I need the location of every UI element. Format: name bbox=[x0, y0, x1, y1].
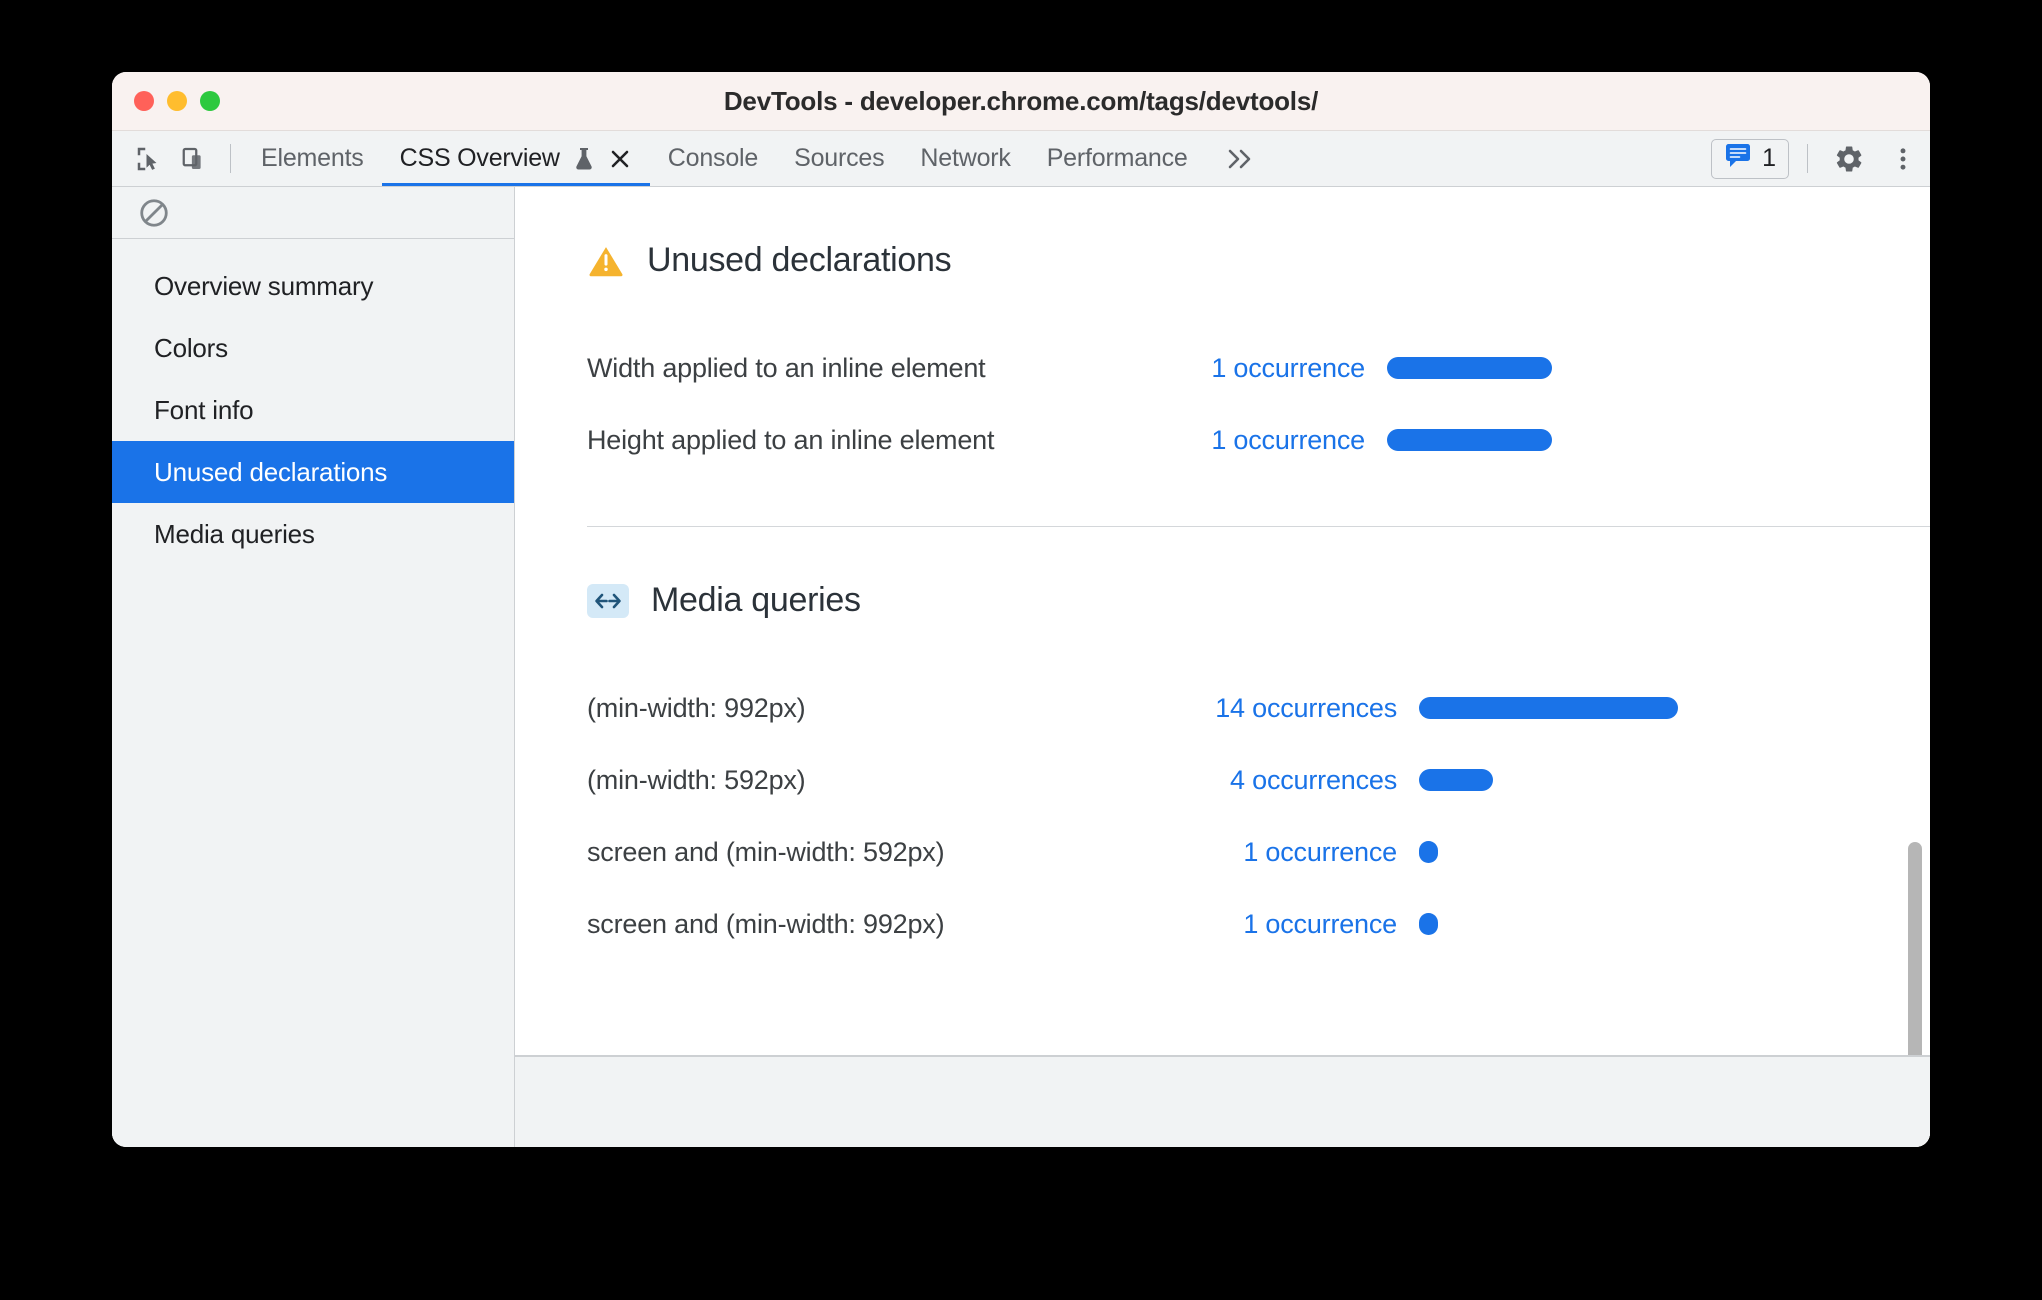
more-vertical-icon[interactable] bbox=[1876, 131, 1930, 186]
close-window-button[interactable] bbox=[134, 91, 154, 111]
section-title: Media queries bbox=[651, 581, 861, 619]
gear-icon[interactable] bbox=[1822, 131, 1876, 186]
devtools-tabbar: Elements CSS Overview Console Sources Ne… bbox=[112, 131, 1930, 187]
sidebar-item-list: Overview summary Colors Font info Unused… bbox=[112, 239, 514, 565]
sidebar-item-unused-declarations[interactable]: Unused declarations bbox=[112, 441, 514, 503]
tab-performance[interactable]: Performance bbox=[1029, 131, 1206, 186]
tabbar-divider bbox=[230, 144, 231, 173]
section-header: Media queries bbox=[587, 581, 1930, 620]
occurrence-count-link[interactable]: 1 occurrence bbox=[1127, 909, 1397, 940]
tab-network[interactable]: Network bbox=[902, 131, 1028, 186]
tab-css-overview[interactable]: CSS Overview bbox=[381, 131, 650, 186]
occurrence-count-link[interactable]: 14 occurrences bbox=[1127, 693, 1397, 724]
tab-label: Elements bbox=[261, 144, 364, 172]
tabbar-spacer bbox=[1276, 131, 1711, 186]
devtools-window: DevTools - developer.chrome.com/tags/dev… bbox=[112, 72, 1930, 1147]
css-overview-sidebar: Overview summary Colors Font info Unused… bbox=[112, 187, 515, 1147]
section-title: Unused declarations bbox=[647, 241, 952, 279]
content-scrollbar-thumb[interactable] bbox=[1908, 842, 1922, 1055]
sidebar-item-label: Font info bbox=[154, 394, 254, 425]
css-overview-content: Unused declarations Width applied to an … bbox=[515, 187, 1930, 1056]
warning-triangle-icon bbox=[587, 242, 625, 280]
media-query-label: screen and (min-width: 592px) bbox=[587, 836, 945, 867]
sidebar-item-label: Media queries bbox=[154, 518, 315, 549]
sidebar-item-font-info[interactable]: Font info bbox=[112, 379, 514, 441]
screenshot-root: DevTools - developer.chrome.com/tags/dev… bbox=[0, 0, 2042, 1300]
close-tab-icon[interactable] bbox=[608, 147, 632, 171]
section-unused-declarations: Unused declarations Width applied to an … bbox=[515, 187, 1930, 527]
issues-count: 1 bbox=[1762, 144, 1776, 172]
media-query-arrows-icon bbox=[587, 583, 629, 618]
content-scrollbar-track[interactable] bbox=[1908, 187, 1926, 1055]
table-row: (min-width: 992px) 14 occurrences bbox=[587, 672, 1930, 744]
declaration-label: Width applied to an inline element bbox=[587, 352, 986, 383]
devtools-body: Overview summary Colors Font info Unused… bbox=[112, 187, 1930, 1147]
media-query-label: screen and (min-width: 992px) bbox=[587, 908, 945, 939]
tab-label: CSS Overview bbox=[399, 144, 560, 172]
declaration-label: Height applied to an inline element bbox=[587, 424, 995, 455]
sidebar-item-label: Unused declarations bbox=[154, 456, 388, 487]
tab-label: Console bbox=[667, 144, 759, 172]
issues-bubble-icon bbox=[1724, 143, 1752, 174]
sidebar-item-media-queries[interactable]: Media queries bbox=[112, 503, 514, 565]
occurrence-count-link[interactable]: 1 occurrence bbox=[1127, 837, 1397, 868]
table-row: screen and (min-width: 592px) 1 occurren… bbox=[587, 816, 1930, 888]
device-toggle-icon[interactable] bbox=[172, 131, 218, 186]
sidebar-item-label: Colors bbox=[154, 332, 228, 363]
sidebar-item-colors[interactable]: Colors bbox=[112, 317, 514, 379]
table-row: screen and (min-width: 992px) 1 occurren… bbox=[587, 888, 1930, 960]
sidebar-toolbar bbox=[112, 187, 514, 239]
minimize-window-button[interactable] bbox=[167, 91, 187, 111]
section-header: Unused declarations bbox=[587, 241, 1930, 280]
section-media-queries: Media queries (min-width: 992px) 14 occu… bbox=[515, 527, 1930, 960]
table-row: Height applied to an inline element 1 oc… bbox=[587, 404, 1930, 476]
tab-console[interactable]: Console bbox=[650, 131, 776, 186]
media-query-label: (min-width: 592px) bbox=[587, 764, 806, 795]
issues-badge[interactable]: 1 bbox=[1711, 138, 1789, 179]
content-wrapper: Unused declarations Width applied to an … bbox=[515, 187, 1930, 1147]
table-row: Width applied to an inline element 1 occ… bbox=[587, 332, 1930, 404]
tab-label: Network bbox=[920, 144, 1011, 172]
occurrence-bar bbox=[1419, 841, 1438, 863]
occurrence-bar bbox=[1387, 429, 1552, 451]
tab-label: Sources bbox=[794, 144, 885, 172]
window-titlebar: DevTools - developer.chrome.com/tags/dev… bbox=[112, 72, 1930, 131]
drawer-panel bbox=[515, 1056, 1930, 1147]
occurrence-count-link[interactable]: 4 occurrences bbox=[1127, 765, 1397, 796]
occurrence-bar bbox=[1419, 697, 1678, 719]
inspect-cursor-icon[interactable] bbox=[126, 131, 172, 186]
occurrence-bar bbox=[1387, 357, 1552, 379]
tab-elements[interactable]: Elements bbox=[243, 131, 382, 186]
media-query-label: (min-width: 992px) bbox=[587, 692, 806, 723]
tab-sources[interactable]: Sources bbox=[776, 131, 902, 186]
window-title: DevTools - developer.chrome.com/tags/dev… bbox=[723, 85, 1319, 116]
tab-label: Performance bbox=[1046, 144, 1188, 172]
occurrence-bar bbox=[1419, 913, 1438, 935]
experiment-flask-icon bbox=[572, 146, 596, 172]
occurrence-count-link[interactable]: 1 occurrence bbox=[1155, 353, 1365, 384]
clear-overview-icon[interactable] bbox=[138, 197, 170, 229]
table-row: (min-width: 592px) 4 occurrences bbox=[587, 744, 1930, 816]
sidebar-item-overview-summary[interactable]: Overview summary bbox=[112, 255, 514, 317]
more-tabs-chevron-icon[interactable] bbox=[1206, 131, 1276, 186]
occurrence-count-link[interactable]: 1 occurrence bbox=[1155, 425, 1365, 456]
sidebar-item-label: Overview summary bbox=[154, 270, 374, 301]
tabbar-divider-right bbox=[1807, 144, 1808, 173]
maximize-window-button[interactable] bbox=[200, 91, 220, 111]
occurrence-bar bbox=[1419, 769, 1493, 791]
traffic-light-buttons bbox=[134, 91, 220, 111]
